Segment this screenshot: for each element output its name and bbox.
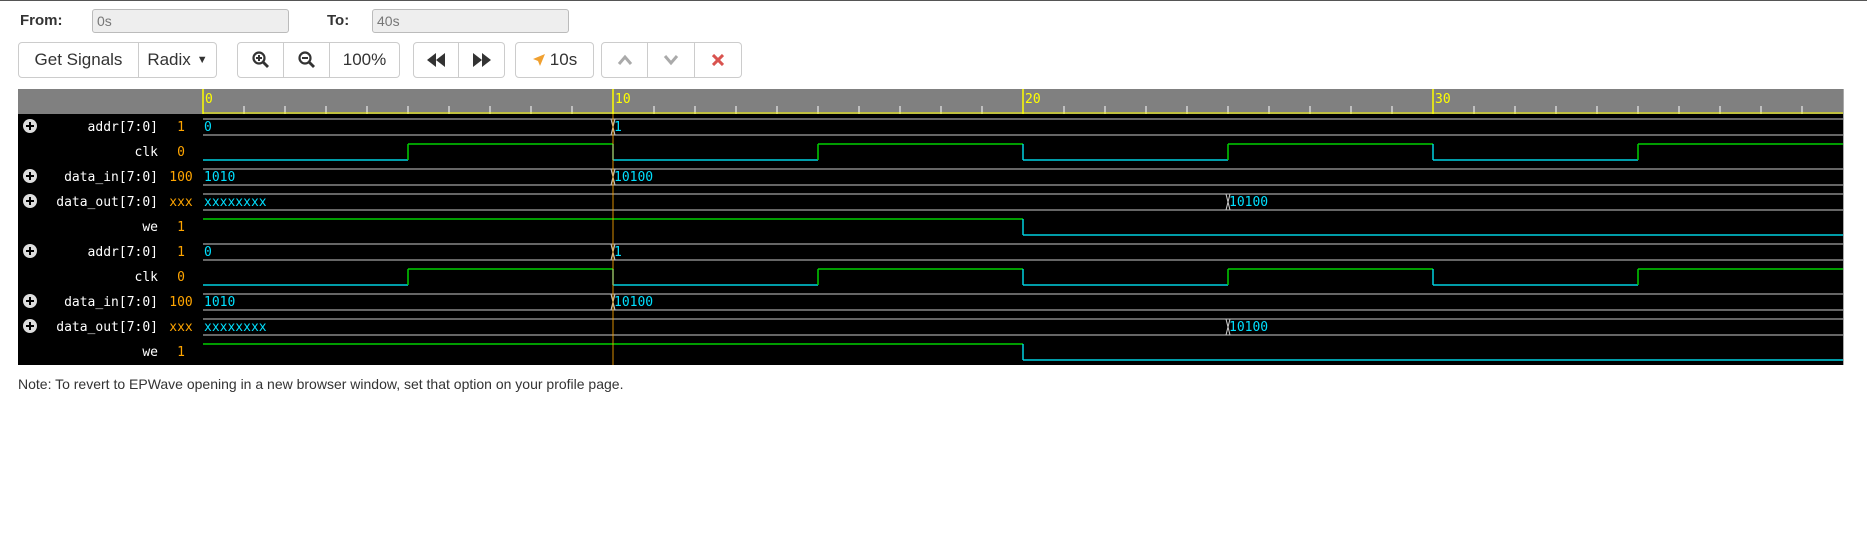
waveform-background [18,89,1844,365]
get-signals-button[interactable]: Get Signals [18,42,139,78]
signal-name: clk [135,145,159,160]
waveform-right-edge [1843,89,1844,365]
signal-cursor-value: 1 [177,345,185,360]
bus-value-label: 1010 [204,170,235,185]
timeline-tick-label: 10 [615,92,631,107]
signal-cursor-value: 1 [177,220,185,235]
bus-value-label: 10100 [614,170,653,185]
signal-cursor-value: 100 [169,170,192,185]
zoom-out-button[interactable] [284,42,330,78]
signal-name: addr[7:0] [88,245,158,260]
bus-value-label: 0 [204,245,212,260]
cursor-button-group: 10s [515,42,594,80]
timeline-header [18,89,1844,114]
signal-name: we [142,220,158,235]
to-time-input[interactable] [372,9,569,33]
bus-value-label: 1 [614,120,622,135]
expand-toggle[interactable] [23,169,37,183]
expand-toggle[interactable] [23,194,37,208]
chevron-up-icon [617,54,632,65]
waveform-viewer[interactable]: 0 10 20 30addr[7:0] 1 0 1clk 0data_in[7:0] 100 10… [18,89,1844,365]
transition-button-group [601,42,742,80]
signal-cursor-value: 1 [177,245,185,260]
zoom-in-icon [251,51,269,68]
signal-name: clk [135,270,159,285]
zoom-button-group: 100% [237,42,400,80]
navigate-button-group [413,42,505,80]
forward-icon [472,53,491,67]
signal-cursor-value: xxx [169,320,193,335]
signal-name: we [142,345,158,360]
location-arrow-icon [532,54,545,66]
jump-forward-button[interactable] [459,42,505,78]
bus-value-label: 1010 [204,295,235,310]
next-transition-button[interactable] [648,42,695,78]
zoom-in-button[interactable] [237,42,284,78]
bus-value-label: 10100 [614,295,653,310]
footer-note: Note: To revert to EPWave opening in a n… [18,376,624,392]
expand-toggle[interactable] [23,119,37,133]
timeline-tick-label: 20 [1025,92,1041,107]
expand-toggle[interactable] [23,244,37,258]
timeline-tick-label: 30 [1435,92,1451,107]
timeline-tick-label: 0 [205,92,213,107]
signal-name: data_out[7:0] [56,195,158,210]
from-time-input[interactable] [92,9,289,33]
signal-cursor-value: 0 [177,145,185,160]
expand-toggle[interactable] [23,294,37,308]
signal-name: data_in[7:0] [64,295,158,310]
close-icon [712,54,724,66]
signal-cursor-value: 0 [177,270,185,285]
signal-cursor-value: xxx [169,195,193,210]
bus-value-label: xxxxxxxx [204,320,267,335]
cursor-time-label: 10s [549,50,578,69]
get-signals-label: Get Signals [34,50,123,69]
expand-toggle[interactable] [23,319,37,333]
signal-cursor-value: 100 [169,295,192,310]
signal-name: data_in[7:0] [64,170,158,185]
zoom-out-icon [297,51,315,68]
caret-down-icon: ▼ [196,54,208,66]
bus-value-label: 10100 [1229,320,1268,335]
bus-value-label: 0 [204,120,212,135]
radix-dropdown-button[interactable]: Radix ▼ [139,42,217,78]
bus-value-label: 10100 [1229,195,1268,210]
bus-value-label: 1 [614,245,622,260]
to-label: To: [327,12,350,29]
jump-back-button[interactable] [413,42,459,78]
from-label: From: [20,12,63,29]
zoom-level-label: 100% [342,50,387,69]
backward-icon [427,53,445,67]
signal-cursor-value: 1 [177,120,185,135]
signals-button-group: Get Signals Radix ▼ [18,42,217,80]
prev-transition-button[interactable] [601,42,648,78]
chevron-down-icon [663,55,679,66]
radix-label: Radix [147,50,191,69]
bus-value-label: xxxxxxxx [204,195,267,210]
zoom-level-button[interactable]: 100% [330,42,400,78]
signal-name: data_out[7:0] [56,320,158,335]
remove-signal-button[interactable] [695,42,742,78]
cursor-time-button[interactable]: 10s [515,42,594,78]
signal-name: addr[7:0] [88,120,158,135]
